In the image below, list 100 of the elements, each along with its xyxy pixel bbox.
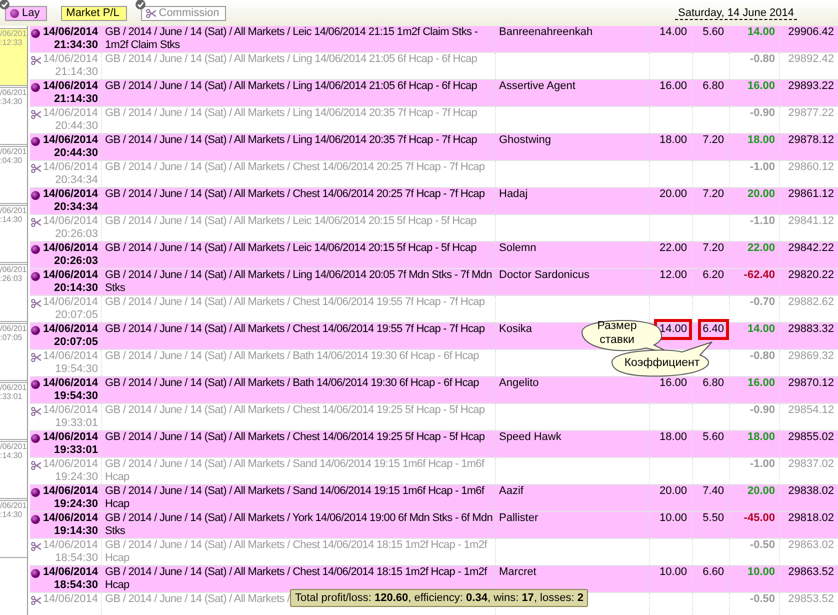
table-row[interactable]: 14/06/2014 19:24:30 GB / 2014 / June / 14 (Sat) / All Markets / Sand 14/06/2014 19:15 1m6f Hcap - 1m6f Hcap -1.00 29837.02 bbox=[30, 458, 838, 485]
table-row[interactable]: 14/06/2014 21:34:30 GB / 2014 / June / 14 (Sat) / All Markets / Leic 14/06/2014 21:15 1m2f Claim Stks - 1m2f Claim Stks Banreenahreenkah 14.00 5.60 14.00 29906.42 bbox=[30, 26, 838, 53]
market-text: GB / 2014 / June / 14 (Sat) / All Markets / Chest 14/06/2014 19:55 7f Hcap - 7f Hcap bbox=[105, 296, 485, 308]
scissors-icon bbox=[31, 164, 41, 173]
selection-text: Speed Hawk bbox=[499, 431, 562, 443]
scissors-icon bbox=[31, 56, 41, 65]
stake-text: 22.00 bbox=[658, 242, 688, 255]
balance-text: 29893.22 bbox=[788, 80, 834, 92]
profit-loss-text: 10.00 bbox=[747, 566, 775, 578]
profit-loss-text: -0.80 bbox=[750, 350, 775, 362]
odds-text: 7.40 bbox=[702, 485, 725, 498]
table-row[interactable]: 14/06/2014 20:34:34 GB / 2014 / June / 14 (Sat) / All Markets / Chest 14/06/2014 20:25 7f Hcap - 7f Hcap -1.00 29860.12 bbox=[30, 161, 838, 188]
table-row[interactable]: 14/06/2014 19:33:01 GB / 2014 / June / 14 (Sat) / All Markets / Chest 14/06/2014 19:25 5f Hcap - 5f Hcap Speed Hawk 18.00 5.60 18.00 29855.02 bbox=[30, 431, 838, 458]
table-row[interactable]: 14/06/2014 20:26:03 GB / 2014 / June / 14 (Sat) / All Markets / Leic 14/06/2014 20:15 5f Hcap - 5f Hcap -1.10 29841.12 bbox=[30, 215, 838, 242]
calendar-entry[interactable]: /06/201 :26:03 bbox=[0, 264, 27, 322]
balance-text: 29882.62 bbox=[788, 296, 834, 308]
table-row[interactable]: 14/06/2014 18:54:30 GB / 2014 / June / 14 (Sat) / All Markets / Chest 14/06/2014 18:15 1m2f Hcap - 1m2f Hcap Marcret 10.00 6.60 10.00 29863.52 bbox=[30, 566, 838, 593]
table-row[interactable]: 14/06/2014 18:54:30 GB / 2014 / June / 14 (Sat) / All Markets / Chest 14/06/2014 18:15 1m2f Hcap - 1m2f Hcap -0.50 29863.02 bbox=[30, 539, 838, 566]
odds-text: 5.50 bbox=[702, 512, 725, 525]
time-text: 19:54:30 bbox=[55, 363, 98, 376]
table-row[interactable]: 14/06/2014 19:24:30 GB / 2014 / June / 14 (Sat) / All Markets / Sand 14/06/2014 19:15 1m6f Hcap - 1m6f Hcap Aazif 20.00 7.40 20.00 29838.02 bbox=[30, 485, 838, 512]
date-text: 14/06/2014 bbox=[42, 593, 98, 606]
balance-text: 29863.52 bbox=[788, 566, 834, 578]
calendar-entry[interactable]: /06/201 :14:30 bbox=[0, 500, 27, 558]
profit-loss-text: 16.00 bbox=[747, 80, 775, 92]
table-row[interactable]: 14/06/2014 19:33:01 GB / 2014 / June / 14 (Sat) / All Markets / Chest 14/06/2014 19:25 5f Hcap - 5f Hcap -0.90 29854.12 bbox=[30, 404, 838, 431]
table-row[interactable]: 14/06/2014 20:44:30 GB / 2014 / June / 14 (Sat) / All Markets / Ling 14/06/2014 20:35 7f Hcap - 7f Hcap -0.90 29877.22 bbox=[30, 107, 838, 134]
market-text: GB / 2014 / June / 14 (Sat) / All Markets / Chest 14/06/2014 20:25 7f Hcap - 7f Hcap bbox=[105, 161, 485, 173]
table-row[interactable]: 14/06/2014 20:34:34 GB / 2014 / June / 14 (Sat) / All Markets / Chest 14/06/2014 20:25 7f Hcap - 7f Hcap Hadaj 20.00 7.20 20.00 29861.12 bbox=[30, 188, 838, 215]
bet-dot-icon bbox=[31, 569, 40, 578]
bet-dot-icon bbox=[31, 29, 40, 38]
market-text: GB / 2014 / June / 14 (Sat) / All Markets / Chest 14/06/2014 19:55 7f Hcap - 7f Hcap bbox=[105, 323, 485, 335]
filter-toggle[interactable]: Lay bbox=[5, 6, 47, 20]
time-text: 19:33:01 bbox=[55, 417, 98, 430]
balance-text: 29869.32 bbox=[788, 350, 834, 362]
calendar-entry[interactable]: /06/201 :33:01 bbox=[0, 382, 27, 440]
profit-loss-text: -1.00 bbox=[750, 161, 775, 173]
stake-text: 18.00 bbox=[658, 134, 688, 147]
selection-text: Angelito bbox=[499, 377, 539, 389]
time-text: 19:24:30 bbox=[54, 498, 98, 511]
time-text: 21:14:30 bbox=[55, 66, 98, 79]
calendar-entry[interactable]: /06/201 :07:05 bbox=[0, 323, 27, 381]
date-text: 14/06/2014 bbox=[42, 458, 98, 471]
profit-loss-text: -1.10 bbox=[750, 215, 775, 227]
table-row[interactable]: 14/06/2014 20:44:30 GB / 2014 / June / 14 (Sat) / All Markets / Ling 14/06/2014 20:35 7f Hcap - 7f Hcap Ghostwing 18.00 7.20 18.00 29878.12 bbox=[30, 134, 838, 161]
table-row[interactable]: 14/06/2014 20:26:03 GB / 2014 / June / 14 (Sat) / All Markets / Leic 14/06/2014 20:15 5f Hcap - 5f Hcap Solemn 22.00 7.20 22.00 29842.22 bbox=[30, 242, 838, 269]
balance-text: 29837.02 bbox=[788, 458, 834, 470]
stake-text: 20.00 bbox=[658, 188, 688, 201]
date-text: 14/06/2014 bbox=[42, 80, 98, 93]
balance-text: 29838.02 bbox=[788, 485, 834, 497]
date-text: 14/06/2014 bbox=[42, 512, 98, 525]
date-text: 14/06/2014 bbox=[42, 269, 98, 282]
table-row[interactable]: 14/06/2014 19:54:30 GB / 2014 / June / 14 (Sat) / All Markets / Bath 14/06/2014 19:30 6f Hcap - 6f Hcap Angelito 16.00 6.80 16.00 29870.12 bbox=[30, 377, 838, 404]
calendar-entry[interactable]: /06/201 :04:30 bbox=[0, 146, 27, 204]
time-text: 20:44:30 bbox=[55, 120, 98, 133]
table-row[interactable]: 14/06/2014 19:14:30 GB / 2014 / June / 14 (Sat) / All Markets / York 14/06/2014 19:00 6f Mdn Stks - 6f Mdn Stks Pallister 10.00 5.50 -45.00 29818.02 bbox=[30, 512, 838, 539]
calendar-entry[interactable]: /06/201 :14:30 bbox=[0, 205, 27, 263]
balance-text: 29870.12 bbox=[788, 377, 834, 389]
market-text: GB / 2014 / June / 14 (Sat) / All Markets / Chest 14/06/2014 19:25 5f Hcap - 5f Hcap bbox=[105, 404, 485, 416]
selection-text: Kosika bbox=[499, 323, 532, 335]
scissors-icon bbox=[146, 8, 156, 18]
calendar-entry[interactable]: /06/201 :34:30 bbox=[0, 87, 27, 145]
table-row[interactable]: 14/06/2014 21:14:30 GB / 2014 / June / 14 (Sat) / All Markets / Ling 14/06/2014 21:05 6f Hcap - 6f Hcap Assertive Agent 16.00 6.80 16.00 29893.22 bbox=[30, 80, 838, 107]
scissors-icon bbox=[31, 299, 41, 308]
calendar-entry[interactable]: /06/201 :14:30 bbox=[0, 441, 27, 499]
profit-loss-text: -0.90 bbox=[750, 404, 775, 416]
table-row[interactable]: 14/06/2014 21:14:30 GB / 2014 / June / 14 (Sat) / All Markets / Ling 14/06/2014 21:05 6f Hcap - 6f Hcap -0.80 29892.42 bbox=[30, 53, 838, 80]
market-text: GB / 2014 / June / 14 (Sat) / All Markets / Ling 14/06/2014 21:05 6f Hcap - 6f Hcap bbox=[105, 80, 478, 92]
market-text: GB / 2014 / June / 14 (Sat) / All Markets / Ling 14/06/2014 20:05 7f Mdn Stks - 7f Mdn Stks bbox=[105, 269, 492, 294]
filter-toggle[interactable]: Market P/L bbox=[60, 6, 127, 20]
stake-text: 16.00 bbox=[658, 80, 688, 93]
scissors-icon bbox=[31, 461, 41, 470]
bet-dot-icon bbox=[31, 326, 40, 335]
date-text: 14/06/2014 bbox=[42, 485, 98, 498]
balance-text: 29883.32 bbox=[788, 323, 834, 335]
time-text: 20:44:30 bbox=[54, 147, 98, 160]
stake-text: 14.00 bbox=[658, 26, 688, 39]
stake-text: 16.00 bbox=[658, 377, 688, 390]
profit-loss-text: 18.00 bbox=[747, 431, 775, 443]
time-text: 19:14:30 bbox=[54, 525, 98, 538]
time-text: 20:26:03 bbox=[55, 228, 98, 241]
market-text: GB / 2014 / June / 14 (Sat) / All Markets / Bath 14/06/2014 19:30 6f Hcap - 6f Hcap bbox=[105, 350, 479, 362]
profit-loss-text: 14.00 bbox=[747, 26, 775, 38]
profit-loss-text: 14.00 bbox=[747, 323, 775, 335]
calendar-entry[interactable]: /06/201 :12:33 bbox=[0, 28, 27, 86]
selection-text: Hadaj bbox=[499, 188, 528, 200]
summary-tooltip: Total profit/loss: 120.60, efficiency: 0.34, wins: 17, losses: 2 bbox=[290, 589, 588, 607]
market-text: GB / 2014 / June / 14 (Sat) / All Markets / Leic 14/06/2014 20:15 5f Hcap - 5f Hcap bbox=[105, 215, 476, 227]
balance-text: 29892.42 bbox=[788, 53, 834, 65]
bet-dot-icon bbox=[10, 8, 19, 18]
balance-text: 29861.12 bbox=[788, 188, 834, 200]
table-row[interactable]: 14/06/2014 20:14:30 GB / 2014 / June / 14 (Sat) / All Markets / Ling 14/06/2014 20:05 7f Mdn Stks - 7f Mdn Stks Doctor Sardonicus 12.00 6.20 -62.40 29820.22 bbox=[30, 269, 838, 296]
balance-text: 29820.22 bbox=[788, 269, 834, 281]
profit-loss-text: 20.00 bbox=[747, 188, 775, 200]
filter-toggle[interactable]: Commission bbox=[140, 6, 226, 20]
time-text: 21:34:30 bbox=[54, 39, 98, 52]
date-text: 14/06/2014 bbox=[42, 134, 98, 147]
stake-text: 12.00 bbox=[658, 269, 688, 282]
time-text: 19:54:30 bbox=[54, 390, 98, 403]
selection-text: Ghostwing bbox=[499, 134, 551, 146]
